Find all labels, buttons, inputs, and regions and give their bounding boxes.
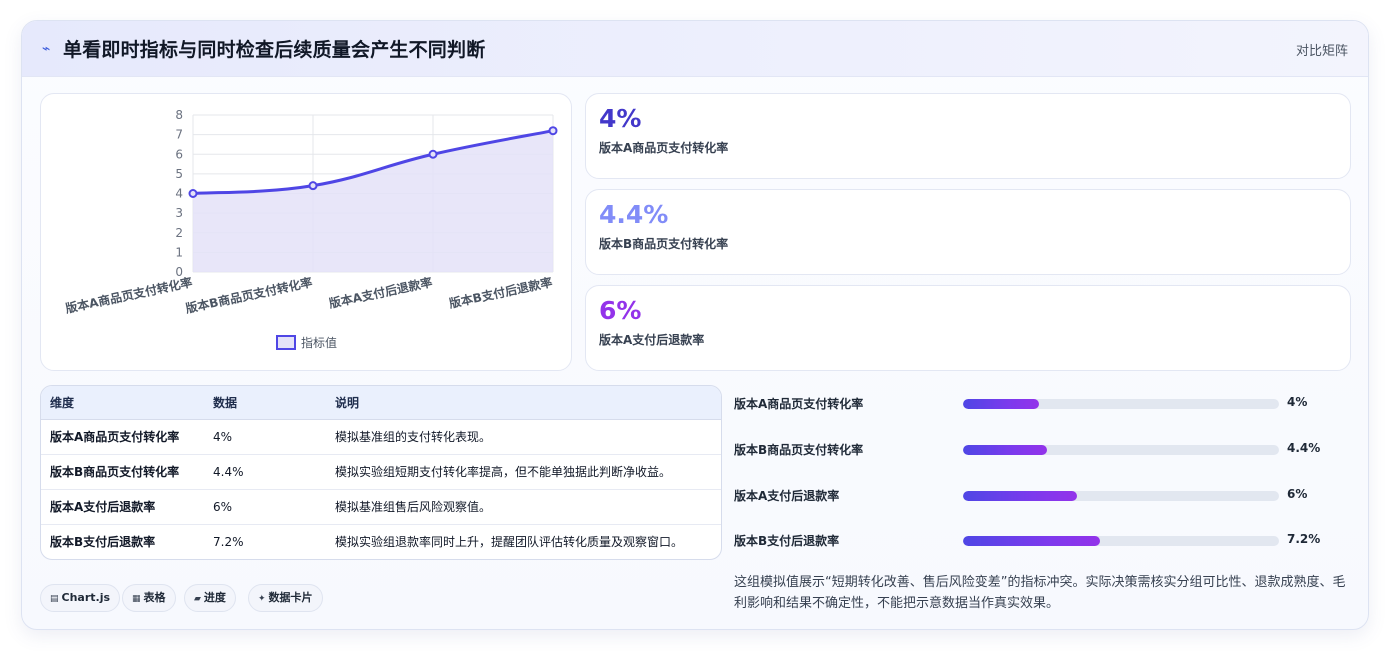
table-cell: 6% xyxy=(204,489,326,525)
table-row: 版本A商品页支付转化率 4% 模拟基准组的支付转化表现。 xyxy=(41,419,721,455)
tag-data-card[interactable]: ✦ 数据卡片 xyxy=(248,584,323,612)
progress-row: 版本B商品页支付转化率 4.4% xyxy=(734,439,1354,459)
x-tick-label: 版本A商品页支付转化率 xyxy=(64,274,194,316)
table-cell: 4.4% xyxy=(204,454,326,490)
progress-value: 4.4% xyxy=(1287,441,1321,455)
progress-fill xyxy=(963,445,1047,455)
page-title: 单看即时指标与同时检查后续质量会产生不同判断 xyxy=(63,39,486,61)
y-tick-label: 2 xyxy=(175,226,183,240)
line-chart-panel: 0 1 2 3 4 5 6 7 8 版本A商品页支付转化率 版本B商品页支付转化率 版本A支付后退款率… xyxy=(40,93,572,371)
kpi-value: 6% xyxy=(599,296,642,325)
progress-label: 版本A支付后退款率 xyxy=(734,489,840,503)
series-area xyxy=(193,130,553,272)
data-point xyxy=(428,149,438,159)
y-tick-label: 6 xyxy=(175,147,183,161)
disclaimer-note: 这组模拟值展示“短期转化改善、售后风险变差”的指标冲突。实际决策需核实分组可比性… xyxy=(734,575,1346,611)
y-tick-label: 7 xyxy=(175,128,183,142)
x-tick-label: 版本B支付后退款率 xyxy=(448,274,554,311)
table-icon: ▦ xyxy=(132,594,141,604)
progress-value: 4% xyxy=(1287,395,1308,409)
table-cell: 模拟实验组短期支付转化率提高，但不能单独据此判断净收益。 xyxy=(326,454,721,490)
progress-fill xyxy=(963,536,1101,546)
table-cell: 版本B支付后退款率 xyxy=(50,535,156,550)
kpi-label: 版本B商品页支付转化率 xyxy=(599,237,729,251)
progress-value: 7.2% xyxy=(1287,532,1321,546)
column-header: 维度 xyxy=(41,386,204,420)
kpi-card: 6% 版本A支付后退款率 xyxy=(585,285,1351,371)
progress-label: 版本A商品页支付转化率 xyxy=(734,397,864,411)
tag-label: 数据卡片 xyxy=(268,591,313,604)
table-cell: 7.2% xyxy=(213,534,244,549)
data-point xyxy=(548,126,558,136)
table-header-row: 维度 数据 说明 xyxy=(41,386,721,420)
data-table: 维度 数据 说明 版本A商品页支付转化率 4% 模拟基准组的支付转化表现。 版本… xyxy=(40,385,722,560)
table-cell: 版本A支付后退款率 xyxy=(41,489,204,525)
progress-track xyxy=(963,536,1279,546)
progress-row: 版本B支付后退款率 7.2% xyxy=(734,530,1354,550)
progress-track xyxy=(963,399,1279,409)
table-cell: 4% xyxy=(204,419,326,455)
table-row: 版本B商品页支付转化率 4.4% 模拟实验组短期支付转化率提高，但不能单独据此判… xyxy=(41,454,721,490)
sparkle-icon: ✦ xyxy=(258,594,266,604)
kpi-value: 4.4% xyxy=(599,200,669,229)
pulse-icon: ⌁ xyxy=(42,41,51,57)
column-header: 说明 xyxy=(326,386,721,420)
column-header: 数据 xyxy=(204,386,326,420)
legend-label: 指标值 xyxy=(301,335,337,350)
tag-label: Chart.js xyxy=(61,591,111,604)
y-tick-label: 1 xyxy=(175,245,183,259)
progress-icon: ▰ xyxy=(194,594,201,604)
data-point xyxy=(308,181,318,191)
table-cell: 版本A商品页支付转化率 xyxy=(41,419,204,455)
progress-track xyxy=(963,445,1279,455)
progress-label: 版本B支付后退款率 xyxy=(734,534,840,548)
card-header: ⌁ 单看即时指标与同时检查后续质量会产生不同判断 对比矩阵 xyxy=(22,21,1368,77)
tag-label: 表格 xyxy=(143,591,166,604)
kpi-value: 4% xyxy=(599,104,642,133)
kpi-label: 版本A商品页支付转化率 xyxy=(599,141,729,155)
progress-fill xyxy=(963,399,1039,409)
progress-label: 版本B商品页支付转化率 xyxy=(734,443,864,457)
chart-icon: ▤ xyxy=(50,594,59,604)
tag-label: 进度 xyxy=(203,591,226,604)
progress-track xyxy=(963,491,1279,501)
table-cell: 模拟基准组的支付转化表现。 xyxy=(326,419,721,455)
progress-row: 版本A商品页支付转化率 4% xyxy=(734,393,1354,413)
x-tick-label: 版本B商品页支付转化率 xyxy=(184,274,313,316)
kpi-label: 版本A支付后退款率 xyxy=(599,333,705,347)
table-row: 版本B支付后退款率 7.2% 模拟实验组退款率同时上升，提醒团队评估转化质量及观… xyxy=(41,524,721,559)
kpi-card: 4.4% 版本B商品页支付转化率 xyxy=(585,189,1351,275)
legend-swatch xyxy=(276,335,296,350)
comparison-card: ⌁ 单看即时指标与同时检查后续质量会产生不同判断 对比矩阵 012345678版… xyxy=(21,20,1369,630)
mode-label: 对比矩阵 xyxy=(1295,44,1348,59)
data-point xyxy=(188,189,198,198)
y-tick-label: 4 xyxy=(175,187,183,201)
x-tick-label: 版本A支付后退款率 xyxy=(328,274,434,311)
progress-row: 版本A支付后退款率 6% xyxy=(734,485,1354,505)
table-cell: 模拟基准组售后风险观察值。 xyxy=(326,489,721,525)
y-tick-label: 8 xyxy=(175,108,183,122)
line-chart: 012345678版本A商品页支付转化率版本B商品页支付转化率 版本A支付后退款率… xyxy=(64,108,558,350)
table-row: 版本A支付后退款率 6% 模拟基准组售后风险观察值。 xyxy=(41,489,721,525)
y-tick-label: 3 xyxy=(175,206,183,220)
tag-progress[interactable]: ▰ 进度 xyxy=(184,584,236,612)
progress-value: 6% xyxy=(1287,487,1308,501)
y-tick-label: 5 xyxy=(175,167,183,181)
tag-chartjs[interactable]: ▤ Chart.js xyxy=(40,584,121,612)
table-cell: 版本B商品页支付转化率 xyxy=(41,454,204,490)
table-cell: 模拟实验组退款率同时上升，提醒团队评估转化质量及观察窗口。 xyxy=(335,535,684,550)
progress-fill xyxy=(963,491,1077,501)
kpi-card: 4% 版本A商品页支付转化率 xyxy=(585,93,1351,179)
tag-table[interactable]: ▦ 表格 xyxy=(122,584,176,612)
